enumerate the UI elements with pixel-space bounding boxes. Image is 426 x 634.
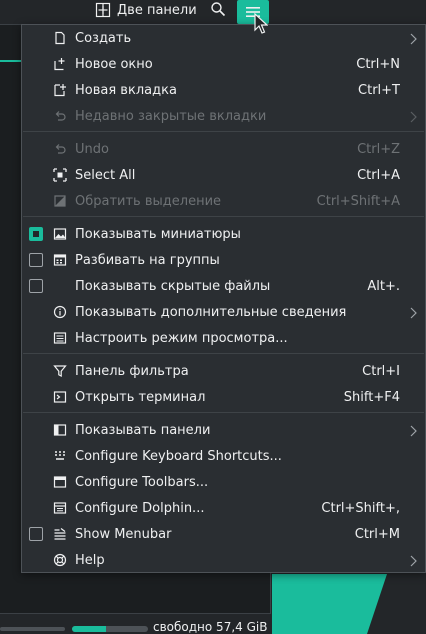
help-icon bbox=[53, 553, 67, 567]
filter-icon bbox=[53, 365, 67, 377]
show-previews-checkbox[interactable] bbox=[29, 227, 43, 241]
free-space-label: свободно 57,4 GiB bbox=[153, 620, 268, 634]
disk-usage-fill bbox=[72, 626, 107, 632]
menu-item-configure-dolphin[interactable]: Configure Dolphin... Ctrl+Shift+, bbox=[22, 496, 425, 522]
chevron-right-icon bbox=[410, 33, 417, 45]
menu-item-show-previews[interactable]: Показывать миниатюры bbox=[22, 222, 425, 248]
chevron-right-icon bbox=[410, 425, 417, 437]
menu-item-help[interactable]: Help bbox=[22, 548, 425, 574]
keyboard-icon bbox=[55, 451, 65, 460]
menu-separator bbox=[23, 412, 424, 413]
panels-icon bbox=[53, 424, 67, 436]
invert-selection-icon bbox=[54, 195, 66, 207]
terminal-icon bbox=[53, 391, 67, 403]
chevron-right-icon bbox=[410, 111, 417, 123]
zoom-slider[interactable] bbox=[0, 627, 65, 631]
menu-item-show-menubar[interactable]: Show Menubar Ctrl+M bbox=[22, 522, 425, 548]
toolbar: Две панели bbox=[0, 0, 426, 24]
menu-item-show-in-groups[interactable]: Разбивать на группы bbox=[22, 248, 425, 274]
menu-item-new-tab[interactable]: Новая вкладка Ctrl+T bbox=[22, 78, 425, 104]
menu-item-configure-toolbars[interactable]: Configure Toolbars... bbox=[22, 470, 425, 496]
search-icon[interactable] bbox=[210, 1, 226, 17]
show-in-groups-checkbox[interactable] bbox=[29, 253, 43, 267]
menu-item-show-panels[interactable]: Показывать панели bbox=[22, 418, 425, 444]
menu-separator bbox=[23, 353, 424, 354]
menubar-icon bbox=[54, 528, 66, 540]
info-icon bbox=[53, 305, 67, 319]
menu-item-undo[interactable]: Undo Ctrl+Z bbox=[22, 137, 425, 163]
split-view-button[interactable]: Две панели bbox=[95, 1, 197, 19]
hamburger-dropdown-menu: Создать Новое окно Ctrl+N Новая вкладка … bbox=[21, 24, 426, 573]
disk-usage-bar bbox=[72, 626, 148, 632]
new-tab-icon bbox=[54, 84, 66, 97]
view-settings-icon bbox=[53, 332, 67, 344]
menu-item-recently-closed-tabs[interactable]: Недавно закрытые вкладки bbox=[22, 104, 425, 130]
split-view-icon bbox=[95, 2, 111, 18]
show-menubar-checkbox[interactable] bbox=[29, 527, 43, 541]
toolbar-icon bbox=[53, 476, 67, 488]
menu-item-select-all[interactable]: Select All Ctrl+A bbox=[22, 163, 425, 189]
active-view-indicator bbox=[0, 60, 22, 62]
menu-item-show-hidden-files[interactable]: Показывать скрытые файлы Alt+. bbox=[22, 274, 425, 300]
new-document-icon bbox=[55, 31, 65, 45]
menu-item-configure-shortcuts[interactable]: Configure Keyboard Shortcuts... bbox=[22, 444, 425, 470]
mouse-cursor-icon bbox=[254, 13, 268, 34]
show-hidden-files-checkbox[interactable] bbox=[29, 279, 43, 293]
menu-item-create[interactable]: Создать bbox=[22, 26, 425, 52]
configure-icon bbox=[53, 502, 67, 514]
menu-item-invert-selection[interactable]: Обратить выделение Ctrl+Shift+A bbox=[22, 189, 425, 215]
split-view-label: Две панели bbox=[117, 2, 197, 18]
menu-item-additional-info[interactable]: Показывать дополнительные сведения bbox=[22, 300, 425, 326]
undo-icon bbox=[55, 144, 66, 154]
menu-separator bbox=[23, 131, 424, 132]
menu-item-filter-bar[interactable]: Панель фильтра Ctrl+I bbox=[22, 359, 425, 385]
status-bar: свободно 57,4 GiB bbox=[0, 620, 426, 634]
image-icon bbox=[53, 228, 67, 240]
menu-item-new-window[interactable]: Новое окно Ctrl+N bbox=[22, 52, 425, 78]
select-all-icon bbox=[53, 168, 67, 182]
group-icon bbox=[53, 254, 67, 266]
menu-item-open-terminal[interactable]: Открыть терминал Shift+F4 bbox=[22, 385, 425, 411]
chevron-right-icon bbox=[410, 555, 417, 567]
menu-separator bbox=[23, 216, 424, 217]
new-window-icon bbox=[54, 58, 65, 71]
chevron-right-icon bbox=[410, 307, 417, 319]
undo-icon bbox=[55, 111, 66, 121]
menu-item-adjust-view-display[interactable]: Настроить режим просмотра... bbox=[22, 326, 425, 352]
